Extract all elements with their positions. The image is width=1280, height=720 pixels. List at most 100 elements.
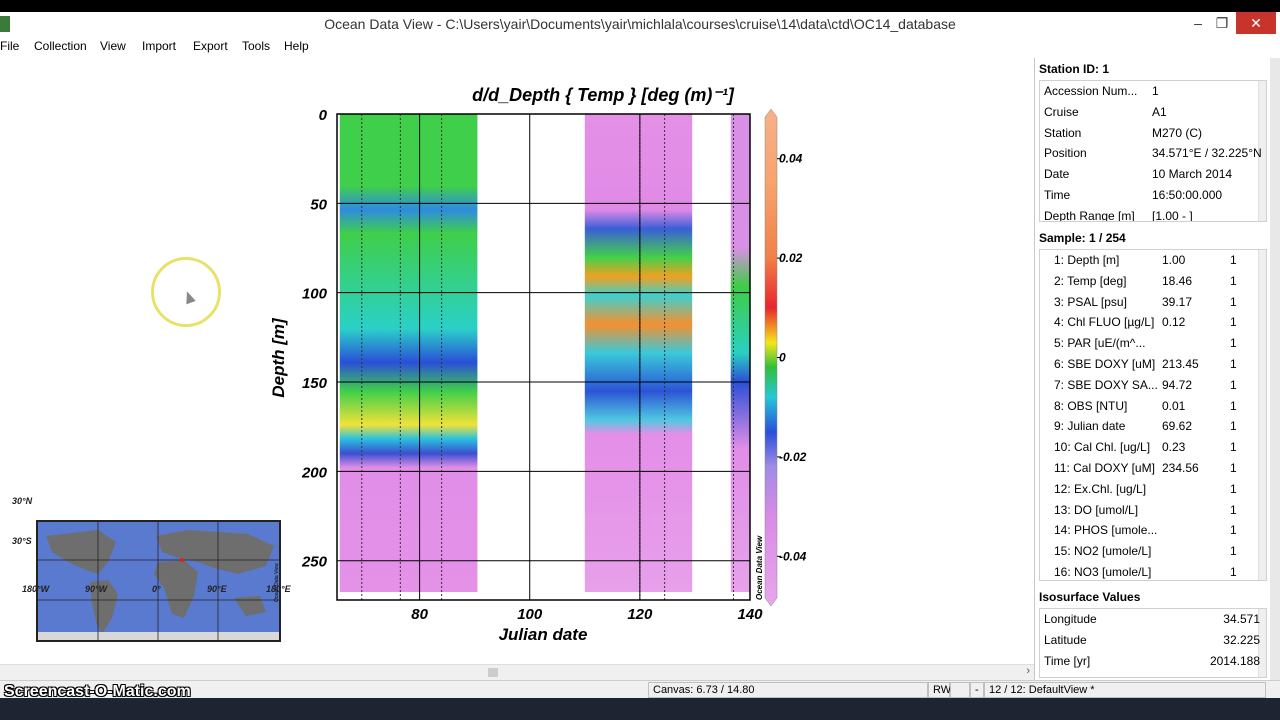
row-flag: 1 bbox=[1230, 273, 1237, 288]
table-row[interactable]: Position 34.571°E / 32.225°N bbox=[1040, 143, 1262, 164]
row-key: 1: Depth [m] bbox=[1054, 253, 1120, 267]
table-row[interactable]: 7: SBE DOXY SA... 94.72 1 bbox=[1040, 375, 1260, 396]
x-tick-label: 120 bbox=[627, 606, 653, 623]
table-row[interactable]: 2: Temp [deg] 18.46 1 bbox=[1040, 271, 1260, 292]
row-flag: 1 bbox=[1230, 315, 1237, 330]
table-row[interactable]: Date 10 March 2014 bbox=[1040, 164, 1260, 185]
map-lon-label-180w: 180°W bbox=[22, 584, 50, 594]
menu-collection[interactable]: Collection bbox=[34, 39, 87, 53]
table-row[interactable]: Station M270 (C) bbox=[1040, 123, 1260, 144]
colorbar-tick-label: 0.04 bbox=[779, 152, 803, 166]
row-flag: 1 bbox=[1230, 357, 1237, 371]
plot-canvas[interactable]: 0 50 100 150 200 250 80 100 120 140 d/d_Depth { Te… bbox=[0, 58, 1034, 664]
row-flag: 1 bbox=[1230, 461, 1237, 475]
colorbar-tick-label: 0 bbox=[779, 351, 786, 365]
station-map[interactable]: Ocean Data View bbox=[36, 520, 281, 642]
y-tick-label: 200 bbox=[301, 464, 328, 481]
menu-export[interactable]: Export bbox=[193, 39, 228, 53]
data-segment bbox=[730, 114, 750, 592]
menu-tools[interactable]: Tools bbox=[242, 39, 270, 53]
row-key: 15: NO2 [umole/L] bbox=[1054, 544, 1152, 559]
row-key: 7: SBE DOXY SA... bbox=[1054, 377, 1158, 392]
table-row[interactable]: 8: OBS [NTU] 0.01 1 bbox=[1040, 396, 1260, 417]
row-flag: 1 bbox=[1230, 565, 1237, 579]
y-tick-label: 50 bbox=[310, 196, 327, 213]
sample-table[interactable]: 1: Depth [m] 1.00 1 2: Temp [deg] 18.46 1 3: P… bbox=[1039, 249, 1267, 581]
menu-help[interactable]: Help bbox=[284, 39, 309, 53]
table-row[interactable]: Longitude 34.571 bbox=[1040, 609, 1260, 630]
row-value: 0.01 bbox=[1162, 398, 1186, 413]
row-value: 2014.188 bbox=[1209, 653, 1260, 668]
close-button[interactable]: ✕ bbox=[1236, 12, 1276, 34]
table-row[interactable]: Time 16:50:00.000 bbox=[1040, 185, 1260, 206]
scrollbar-thumb[interactable] bbox=[488, 668, 498, 677]
row-key: 9: Julian date bbox=[1054, 419, 1126, 434]
table-row[interactable]: 12: Ex.Chl. [ug/L] 1 bbox=[1040, 479, 1260, 500]
table-row[interactable]: 10: Cal Chl. [ug/L] 0.23 1 bbox=[1040, 437, 1260, 458]
menu-file[interactable]: File bbox=[0, 39, 19, 53]
table-row[interactable]: 6: SBE DOXY [uM] 213.45 1 bbox=[1040, 354, 1260, 375]
x-tick-label: 80 bbox=[411, 606, 428, 623]
x-axis-label: Julian date bbox=[499, 625, 588, 644]
row-key: 12: Ex.Chl. [ug/L] bbox=[1054, 481, 1147, 496]
colorbar-tick-label: 0.02 bbox=[779, 251, 803, 265]
row-value: 10 March 2014 bbox=[1152, 167, 1233, 182]
table-row[interactable]: Cruise A1 bbox=[1040, 102, 1260, 123]
row-flag: 1 bbox=[1230, 544, 1237, 559]
row-key: 14: PHOS [umole... bbox=[1054, 523, 1158, 538]
table-row[interactable]: Depth Range [m] [1.00 - ] bbox=[1040, 206, 1260, 221]
row-flag: 1 bbox=[1230, 440, 1237, 455]
panel-scrollbar[interactable] bbox=[1270, 58, 1280, 680]
table-row[interactable]: Accession Num... 1 bbox=[1040, 81, 1260, 102]
row-value: A1 bbox=[1152, 104, 1167, 119]
horizontal-scrollbar[interactable]: › bbox=[0, 664, 1034, 680]
status-bar: Canvas: 6.73 / 14.80 RW - 12 / 12: Defau… bbox=[0, 680, 1280, 698]
table-row[interactable]: 3: PSAL [psu] 39.17 1 bbox=[1040, 292, 1260, 313]
table-row[interactable]: 1: Depth [m] 1.00 1 bbox=[1040, 250, 1260, 271]
map-lon-label-0: 0° bbox=[152, 584, 161, 594]
table-row[interactable]: 15: NO2 [umole/L] 1 bbox=[1040, 541, 1260, 562]
view-status[interactable]: 12 / 12: DefaultView * bbox=[984, 682, 1266, 698]
row-value: 213.45 bbox=[1162, 357, 1199, 371]
menu-view[interactable]: View bbox=[100, 39, 126, 53]
row-flag: 1 bbox=[1230, 294, 1237, 309]
isosurface-header: Isosurface Values bbox=[1039, 590, 1141, 604]
row-flag: 1 bbox=[1230, 398, 1237, 413]
row-flag: 1 bbox=[1230, 336, 1237, 351]
station-table[interactable]: Accession Num... 1 Cruise A1 Station M270 (C)… bbox=[1039, 80, 1267, 222]
row-value: 0.12 bbox=[1162, 315, 1186, 330]
row-flag: 1 bbox=[1230, 253, 1237, 267]
table-row[interactable]: Time [yr] 2014.188 bbox=[1040, 651, 1260, 672]
row-flag: 1 bbox=[1230, 502, 1237, 517]
data-segment bbox=[339, 114, 478, 592]
colorbar bbox=[764, 108, 778, 607]
menu-import[interactable]: Import bbox=[142, 39, 176, 53]
sample-header: Sample: 1 / 254 bbox=[1039, 231, 1126, 245]
table-row[interactable]: 5: PAR [uE/(m^... 1 bbox=[1040, 333, 1260, 354]
map-lon-label-180e: 180°E bbox=[266, 584, 291, 594]
table-row[interactable]: 14: PHOS [umole... 1 bbox=[1040, 520, 1260, 541]
maximize-button[interactable]: ❐ bbox=[1206, 12, 1238, 34]
row-key: 8: OBS [NTU] bbox=[1054, 398, 1128, 413]
row-key: Latitude bbox=[1044, 632, 1087, 647]
table-row[interactable]: 4: Chl FLUO [µg/L] 0.12 1 bbox=[1040, 312, 1260, 333]
menu-bar: File Collection View Import Export Tools… bbox=[0, 36, 1280, 58]
row-key: Accession Num... bbox=[1044, 84, 1138, 98]
row-value: 234.56 bbox=[1162, 461, 1199, 475]
y-tick-label: 0 bbox=[319, 107, 328, 124]
row-key: 3: PSAL [psu] bbox=[1054, 294, 1127, 309]
table-row[interactable]: 16: NO3 [umole/L] 1 bbox=[1040, 562, 1260, 580]
table-row[interactable]: Latitude 32.225 bbox=[1040, 630, 1260, 651]
table-row[interactable]: 11: Cal DOXY [uM] 234.56 1 bbox=[1040, 458, 1260, 479]
window-title: Ocean Data View - C:\Users\yair\Document… bbox=[324, 16, 956, 32]
row-flag: 1 bbox=[1230, 481, 1237, 496]
table-row[interactable]: 13: DO [umol/L] 1 bbox=[1040, 500, 1260, 521]
scroll-right-arrow-icon[interactable]: › bbox=[1026, 665, 1030, 677]
isosurface-table[interactable]: Longitude 34.571 Latitude 32.225 Time [yr] 20… bbox=[1039, 608, 1267, 678]
row-flag: 1 bbox=[1230, 419, 1237, 434]
x-tick-label: 140 bbox=[737, 606, 763, 623]
row-value: 39.17 bbox=[1162, 294, 1193, 309]
table-row[interactable]: 9: Julian date 69.62 1 bbox=[1040, 416, 1260, 437]
plot-watermark: Ocean Data View bbox=[755, 535, 764, 600]
row-key: Station bbox=[1044, 125, 1082, 140]
